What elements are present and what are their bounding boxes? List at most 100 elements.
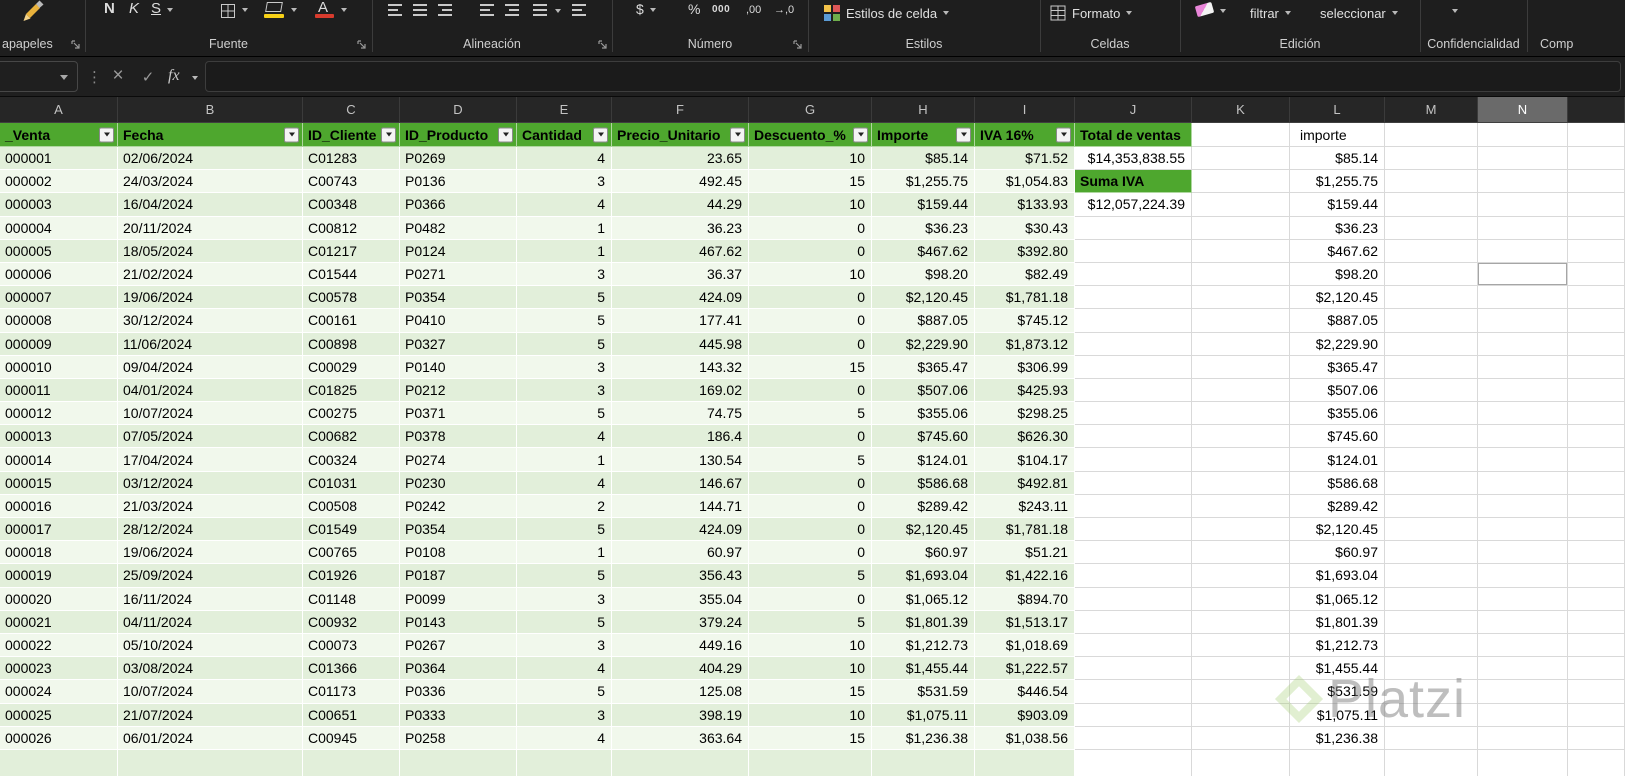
- cell-A24[interactable]: 000024: [0, 680, 118, 704]
- cell-A14[interactable]: 000014: [0, 448, 118, 472]
- cell-I5[interactable]: $392.80: [975, 239, 1075, 263]
- cell-D17[interactable]: P0354: [400, 518, 517, 542]
- column-header-N[interactable]: N: [1478, 97, 1568, 122]
- align-left-icon[interactable]: [388, 4, 402, 16]
- cell-B5[interactable]: 18/05/2024: [118, 239, 303, 263]
- cell-O11[interactable]: [1568, 378, 1625, 403]
- cell-C1[interactable]: C01283: [303, 147, 400, 171]
- borders-chevron-icon[interactable]: [242, 8, 248, 12]
- format-painter-icon[interactable]: [22, 0, 46, 22]
- cell-D9[interactable]: P0327: [400, 332, 517, 356]
- cell-B19[interactable]: 25/09/2024: [118, 564, 303, 588]
- cell-E5[interactable]: 1: [517, 239, 612, 263]
- cell-L19[interactable]: $1,693.04: [1290, 564, 1385, 588]
- cell-K24[interactable]: [1192, 680, 1290, 704]
- cell-L1[interactable]: $85.14: [1290, 147, 1385, 171]
- cell-L18[interactable]: $60.97: [1290, 541, 1385, 565]
- cell-M24[interactable]: [1385, 680, 1478, 704]
- cell-J20[interactable]: [1075, 587, 1192, 611]
- cell-F19[interactable]: 356.43: [612, 564, 749, 588]
- cell-B18[interactable]: 19/06/2024: [118, 541, 303, 565]
- filter-button[interactable]: [956, 127, 971, 142]
- filter-button[interactable]: [99, 127, 114, 142]
- cell-H3[interactable]: $159.44: [872, 193, 975, 217]
- cell-L24[interactable]: $531.59: [1290, 680, 1385, 704]
- cell-J21[interactable]: [1075, 610, 1192, 634]
- cell-C14[interactable]: C00324: [303, 448, 400, 472]
- cell-E18[interactable]: 1: [517, 541, 612, 565]
- cell-B20[interactable]: 16/11/2024: [118, 587, 303, 611]
- cell-J5[interactable]: [1075, 239, 1192, 263]
- cell-D20[interactable]: P0099: [400, 587, 517, 611]
- cell-O15[interactable]: [1568, 471, 1625, 495]
- cell-N26[interactable]: [1478, 726, 1568, 750]
- cell-J22[interactable]: [1075, 633, 1192, 658]
- cell-M15[interactable]: [1385, 471, 1478, 495]
- cell-C21[interactable]: C00932: [303, 610, 400, 634]
- cell-L21[interactable]: $1,801.39: [1290, 610, 1385, 634]
- cell-I1[interactable]: $71.52: [975, 147, 1075, 171]
- cell-C25[interactable]: C00651: [303, 703, 400, 727]
- cell-M1[interactable]: [1385, 147, 1478, 171]
- cell-C4[interactable]: C00812: [303, 216, 400, 240]
- cell-N16[interactable]: [1478, 494, 1568, 518]
- table-header-descuento_%[interactable]: Descuento_%: [749, 123, 872, 147]
- cell-A8[interactable]: 000008: [0, 309, 118, 333]
- cell-E14[interactable]: 1: [517, 448, 612, 472]
- enter-button[interactable]: ✓: [136, 68, 160, 86]
- cell-C5[interactable]: C01217: [303, 239, 400, 263]
- cell-F12[interactable]: 74.75: [612, 402, 749, 426]
- cell-J6[interactable]: [1075, 262, 1192, 287]
- cell-O21[interactable]: [1568, 610, 1625, 634]
- cell-G9[interactable]: 0: [749, 332, 872, 356]
- cell-A1[interactable]: 000001: [0, 147, 118, 171]
- cell-M18[interactable]: [1385, 541, 1478, 565]
- cell-O12[interactable]: [1568, 402, 1625, 426]
- filter-button[interactable]: [498, 127, 513, 142]
- cell-L14[interactable]: $124.01: [1290, 448, 1385, 472]
- cancel-button[interactable]: ×: [106, 65, 130, 87]
- cell-D3[interactable]: P0366: [400, 193, 517, 217]
- cell-G3[interactable]: 10: [749, 193, 872, 217]
- cell-E15[interactable]: 4: [517, 471, 612, 495]
- cell-E10[interactable]: 3: [517, 355, 612, 379]
- cell-F16[interactable]: 144.71: [612, 494, 749, 518]
- wrap-text-icon[interactable]: [533, 4, 547, 16]
- cell-F8[interactable]: 177.41: [612, 309, 749, 333]
- cell-E8[interactable]: 5: [517, 309, 612, 333]
- cell-D15[interactable]: P0230: [400, 471, 517, 495]
- cell-H18[interactable]: $60.97: [872, 541, 975, 565]
- cell-O0[interactable]: [1568, 123, 1625, 147]
- cell-F25[interactable]: 398.19: [612, 703, 749, 727]
- alignment-chevron-icon[interactable]: [555, 9, 561, 13]
- cell-E4[interactable]: 1: [517, 216, 612, 240]
- cell-M13[interactable]: [1385, 425, 1478, 449]
- cell-O13[interactable]: [1568, 425, 1625, 449]
- cell-H26[interactable]: $1,236.38: [872, 726, 975, 750]
- column-header-A[interactable]: A: [0, 97, 118, 122]
- cell-F10[interactable]: 143.32: [612, 355, 749, 379]
- cell-E16[interactable]: 2: [517, 494, 612, 518]
- cell-K8[interactable]: [1192, 309, 1290, 333]
- font-color-icon[interactable]: A: [318, 0, 328, 15]
- cell-A26[interactable]: 000026: [0, 726, 118, 750]
- table-header-id_producto[interactable]: ID_Producto: [400, 123, 517, 147]
- cell-F11[interactable]: 169.02: [612, 378, 749, 403]
- cell-D11[interactable]: P0212: [400, 378, 517, 403]
- cell-O17[interactable]: [1568, 518, 1625, 542]
- cell-I9[interactable]: $1,873.12: [975, 332, 1075, 356]
- currency-chevron-icon[interactable]: [650, 8, 656, 12]
- cell-L23[interactable]: $1,455.44: [1290, 657, 1385, 681]
- formula-bar-menu-dots[interactable]: ⋮: [87, 68, 102, 86]
- cell-J4[interactable]: [1075, 216, 1192, 240]
- cell-C8[interactable]: C00161: [303, 309, 400, 333]
- column-header-B[interactable]: B: [118, 97, 303, 122]
- cell-L10[interactable]: $365.47: [1290, 355, 1385, 379]
- cell-B8[interactable]: 30/12/2024: [118, 309, 303, 333]
- cell-E11[interactable]: 3: [517, 378, 612, 403]
- cell-styles-button[interactable]: Estilos de celda: [824, 2, 950, 24]
- font-color-chevron-icon[interactable]: [341, 8, 347, 12]
- format-button[interactable]: Formato: [1050, 2, 1133, 24]
- cell-M6[interactable]: [1385, 262, 1478, 287]
- cell-M17[interactable]: [1385, 518, 1478, 542]
